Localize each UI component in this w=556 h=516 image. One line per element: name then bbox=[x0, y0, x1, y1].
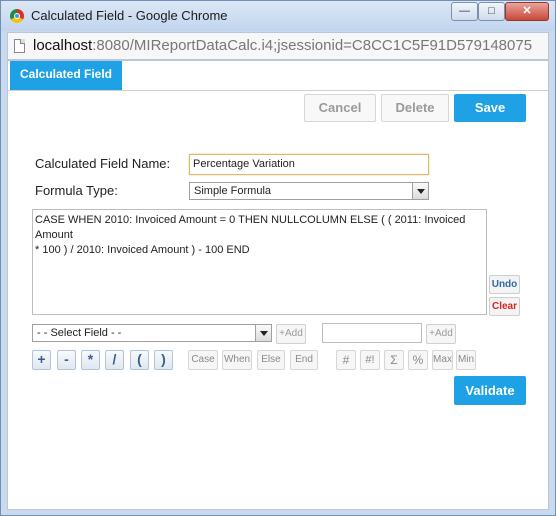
percent-button[interactable]: % bbox=[408, 350, 428, 370]
browser-window: Calculated Field - Google Chrome — □ ✕ l… bbox=[0, 0, 556, 516]
undo-button[interactable]: Undo bbox=[489, 275, 520, 294]
open-paren-button[interactable]: ( bbox=[130, 350, 149, 370]
max-button[interactable]: Max bbox=[432, 350, 453, 370]
multiply-operator-button[interactable]: * bbox=[81, 350, 100, 370]
count-button[interactable]: # bbox=[336, 350, 356, 370]
minus-operator-button[interactable]: - bbox=[57, 350, 76, 370]
formula-type-select[interactable]: Simple Formula bbox=[189, 182, 429, 200]
divide-operator-button[interactable]: / bbox=[105, 350, 124, 370]
chevron-down-icon bbox=[255, 325, 271, 341]
url-host: localhost bbox=[33, 37, 93, 54]
cancel-button[interactable]: Cancel bbox=[304, 94, 376, 122]
maximize-icon: □ bbox=[488, 5, 495, 17]
else-button[interactable]: Else bbox=[257, 350, 285, 370]
when-button[interactable]: When bbox=[222, 350, 252, 370]
minimize-icon: — bbox=[459, 5, 470, 17]
sum-button[interactable]: Σ bbox=[384, 350, 404, 370]
save-button[interactable]: Save bbox=[454, 94, 526, 122]
close-paren-button[interactable]: ) bbox=[154, 350, 173, 370]
close-button[interactable]: ✕ bbox=[505, 2, 549, 21]
min-button[interactable]: Min bbox=[456, 350, 476, 370]
chrome-icon bbox=[10, 9, 24, 23]
minimize-button[interactable]: — bbox=[451, 2, 478, 21]
tab-bar: Calculated Field bbox=[8, 61, 548, 91]
distinct-count-button[interactable]: #! bbox=[360, 350, 380, 370]
field-name-label: Calculated Field Name: bbox=[35, 156, 171, 171]
url-text[interactable]: localhost:8080/MIReportDataCalc.i4;jsess… bbox=[33, 37, 545, 54]
plus-operator-button[interactable]: + bbox=[32, 350, 51, 370]
address-bar[interactable]: localhost:8080/MIReportDataCalc.i4;jsess… bbox=[7, 32, 549, 60]
validate-button[interactable]: Validate bbox=[454, 376, 526, 405]
delete-button[interactable]: Delete bbox=[381, 94, 449, 122]
case-button[interactable]: Case bbox=[188, 350, 218, 370]
field-select[interactable]: - - Select Field - - bbox=[32, 324, 272, 342]
url-path: :8080/MIReportDataCalc.i4;jsessionid=C8C… bbox=[92, 37, 533, 54]
page-icon bbox=[14, 39, 25, 53]
clear-button[interactable]: Clear bbox=[489, 297, 520, 316]
add-constant-button[interactable]: +Add bbox=[426, 324, 456, 344]
formula-type-value: Simple Formula bbox=[194, 185, 272, 197]
title-bar: Calculated Field - Google Chrome — □ ✕ bbox=[1, 1, 555, 31]
tab-calculated-field[interactable]: Calculated Field bbox=[10, 61, 122, 90]
formula-textarea[interactable]: CASE WHEN 2010: Invoiced Amount = 0 THEN… bbox=[32, 209, 487, 315]
end-button[interactable]: End bbox=[290, 350, 318, 370]
chevron-down-icon bbox=[412, 183, 428, 199]
field-select-value: - - Select Field - - bbox=[37, 327, 122, 339]
add-field-button[interactable]: +Add bbox=[276, 324, 306, 344]
formula-type-label: Formula Type: bbox=[35, 183, 118, 198]
dialog-content: Calculated Field Cancel Delete Save Calc… bbox=[7, 60, 549, 510]
window-title: Calculated Field - Google Chrome bbox=[31, 8, 228, 23]
maximize-button[interactable]: □ bbox=[478, 2, 505, 21]
field-name-input[interactable]: Percentage Variation bbox=[189, 154, 429, 175]
close-icon: ✕ bbox=[522, 5, 532, 17]
constant-input[interactable] bbox=[322, 323, 422, 343]
